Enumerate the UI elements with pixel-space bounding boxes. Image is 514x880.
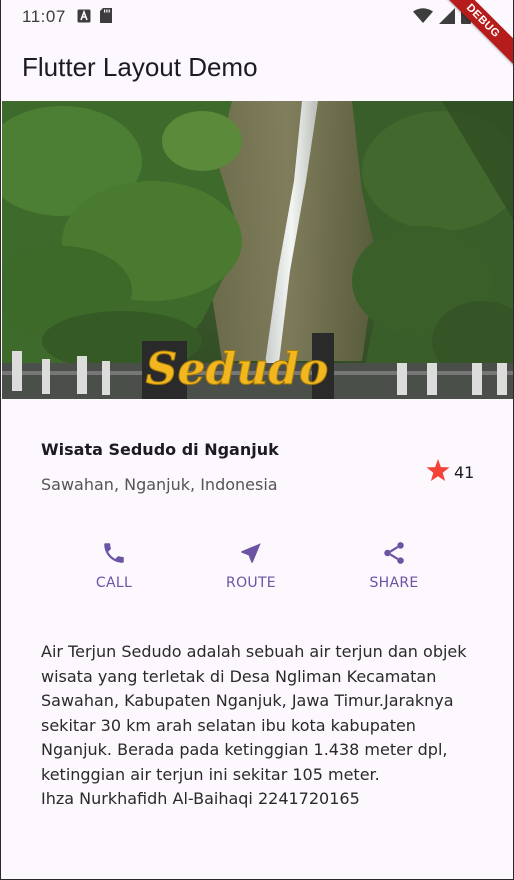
- share-icon: [381, 538, 407, 568]
- wifi-icon: [413, 8, 433, 28]
- share-button[interactable]: SHARE: [349, 538, 439, 602]
- place-name: Wisata Sedudo di Nganjuk: [41, 440, 279, 459]
- share-label: SHARE: [369, 575, 419, 591]
- app-bar-title: Flutter Layout Demo: [22, 51, 258, 82]
- description-line: wisata yang terletak di Desa Ngliman Kec…: [41, 666, 437, 686]
- description-line: Air Terjun Sedudo adalah sebuah air terj…: [41, 642, 467, 661]
- description-line: Sawahan, Kabupaten Nganjuk, Jawa Timur.J…: [41, 691, 454, 710]
- status-time: 11:07: [22, 7, 66, 26]
- status-icons-left: [77, 7, 112, 27]
- description-text: Air Terjun Sedudo adalah sebuah air terj…: [41, 640, 471, 812]
- app-bar: Flutter Layout Demo: [1, 34, 513, 100]
- action-button-row: CALL ROUTE SHARE: [1, 538, 513, 608]
- rating: 41: [426, 459, 474, 486]
- description-line: sekitar 30 km arah selatan ibu kota kabu…: [41, 715, 416, 735]
- call-icon: [101, 538, 127, 568]
- status-bar: 11:07: [1, 0, 513, 34]
- route-label: ROUTE: [226, 575, 276, 591]
- sedudo-sign-text: Sedudo: [146, 344, 329, 395]
- author-line: Ihza Nurkhafidh Al-Baihaqi 2241720165: [41, 789, 360, 808]
- title-section: Wisata Sedudo di Nganjuk Sawahan, Nganju…: [41, 440, 481, 494]
- star-icon: [426, 459, 450, 486]
- place-location: Sawahan, Nganjuk, Indonesia: [41, 475, 278, 494]
- phone-screen: 11:07 DEBUG Flutter Layout Demo Sedudo W…: [0, 0, 514, 880]
- near-me-icon: [238, 538, 264, 568]
- signal-icon: [439, 8, 455, 28]
- font-download-icon: [77, 8, 91, 27]
- description-line: ketinggian air terjun ini sekitar 105 me…: [41, 764, 380, 784]
- description-line: Nganjuk. Berada pada ketinggian 1.438 me…: [41, 740, 448, 759]
- rating-count: 41: [454, 463, 475, 482]
- call-label: CALL: [95, 575, 133, 591]
- hero-image: Sedudo: [2, 101, 513, 399]
- sd-card-icon: [99, 7, 112, 27]
- call-button[interactable]: CALL: [69, 538, 159, 602]
- route-button[interactable]: ROUTE: [206, 538, 296, 602]
